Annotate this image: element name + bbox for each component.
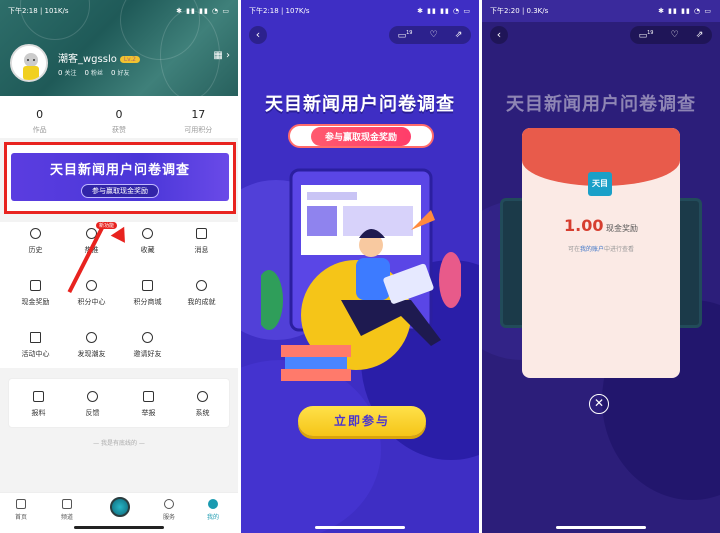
tab-mine[interactable]: 我的: [198, 499, 228, 521]
medal-icon: [196, 280, 207, 291]
fans-stat[interactable]: 0 粉丝: [84, 68, 102, 77]
survey-banner[interactable]: 天目新闻用户问卷调查 参与赢取现金奖励: [11, 153, 229, 201]
status-bar: 下午2:18 | 107K/s ✱ ▮▮ ▮▮ ◔ ▭: [249, 7, 471, 15]
grid-item-cash-reward[interactable]: 现金奖励: [6, 280, 65, 307]
gesture-bar: [556, 526, 646, 529]
wallet-icon: [30, 280, 41, 291]
reward-amount: 1.00 现金奖励: [563, 216, 639, 235]
phone-screen-reward: 下午2:20 | 0.3K/s ✱ ▮▮ ▮▮ ◔ ▭ ‹ ▭19 ♡ ⇗ 天目新…: [482, 0, 720, 533]
feedback-icon: [87, 391, 98, 402]
app-logo: 天目: [588, 172, 612, 196]
feature-grid: 历史 新功能热推 收藏 消息 现金奖励 积分中心 积分商城 我的成就 活动中心 …: [0, 222, 238, 368]
tab-channel[interactable]: 频道: [52, 499, 82, 521]
grid-item-achievements[interactable]: 我的成就: [172, 280, 231, 307]
comment-icon[interactable]: ▭19: [398, 30, 413, 41]
report-icon: [33, 391, 44, 402]
points-icon: [86, 280, 97, 291]
alert-icon: [143, 391, 154, 402]
survey-title: 天目新闻用户问卷调查: [265, 94, 455, 115]
avatar[interactable]: [10, 44, 48, 82]
clock-icon: [30, 228, 41, 239]
stat-points[interactable]: 17 可用积分: [159, 96, 238, 138]
status-bar: 下午2:18 | 101K/s ✱ ▮▮ ▮▮ ◔ ▭: [8, 7, 230, 15]
survey-illustration: [261, 168, 461, 381]
gesture-bar: [74, 526, 164, 529]
home-icon: [16, 499, 26, 509]
my-account-link[interactable]: 我的账户: [580, 246, 604, 253]
flag-icon: [30, 332, 41, 343]
toolbar: ▭19 ♡ ⇗: [389, 26, 471, 44]
center-logo-button[interactable]: [110, 497, 130, 517]
status-bar: 下午2:20 | 0.3K/s ✱ ▮▮ ▮▮ ◔ ▭: [490, 7, 712, 15]
highlight-box: 天目新闻用户问卷调查 参与赢取现金奖励: [4, 142, 236, 214]
account-hint: 可在我的账户中进行查看: [567, 246, 635, 253]
grid-item-discover-friends[interactable]: 发现潮友: [62, 332, 121, 359]
like-icon[interactable]: ♡: [671, 30, 679, 40]
level-badge: Lv.2: [119, 55, 140, 63]
back-button[interactable]: ‹: [490, 26, 508, 44]
grid-item-report[interactable]: 举报: [119, 391, 178, 418]
join-now-button[interactable]: 立即参与: [298, 406, 426, 436]
phone-screen-profile: 下午2:18 | 101K/s ✱ ▮▮ ▮▮ ◔ ▭ 潮客_wgsslo Lv.2…: [0, 0, 238, 533]
back-button[interactable]: ‹: [249, 26, 267, 44]
content-stats: 0 作品 0 获赞 17 可用积分: [0, 96, 238, 138]
grid-item-messages[interactable]: 消息: [172, 228, 231, 255]
tab-service[interactable]: 服务: [154, 499, 184, 521]
stat-works[interactable]: 0 作品: [0, 96, 79, 138]
username[interactable]: 潮客_wgsslo Lv.2: [58, 50, 140, 65]
mail-icon: [196, 228, 207, 239]
service-card: 报料 反馈 举报 系统: [8, 378, 230, 428]
phone-screen-survey: 下午2:18 | 107K/s ✱ ▮▮ ▮▮ ◔ ▭ ‹ ▭19 ♡ ⇗ 天目新…: [241, 0, 479, 533]
close-icon[interactable]: ✕: [589, 394, 609, 414]
star-icon: [142, 228, 153, 239]
reward-pill: 参与赢取现金奖励: [288, 124, 434, 148]
shop-icon: [142, 280, 153, 291]
grid-item-activity-center[interactable]: 活动中心: [6, 332, 65, 359]
toolbar: ▭19 ♡ ⇗: [630, 26, 712, 44]
like-icon[interactable]: ♡: [430, 30, 438, 40]
gesture-bar: [315, 526, 405, 529]
follow-stat[interactable]: 0 关注: [58, 68, 76, 77]
tab-home[interactable]: 首页: [6, 499, 36, 521]
grid-item-invite-friends[interactable]: 邀请好友: [118, 332, 177, 359]
user-icon: [208, 499, 218, 509]
grid-item-points-mall[interactable]: 积分商城: [118, 280, 177, 307]
invite-icon: [142, 332, 153, 343]
channel-icon: [62, 499, 72, 509]
grid-item-history[interactable]: 历史: [6, 228, 65, 255]
friends-stat[interactable]: 0 好友: [111, 68, 129, 77]
comment-icon[interactable]: ▭19: [639, 30, 654, 41]
service-icon: [164, 499, 174, 509]
user-social-stats: 0 关注 0 粉丝 0 好友: [58, 68, 129, 77]
share-icon[interactable]: ⇗: [455, 30, 463, 40]
share-icon[interactable]: ⇗: [696, 30, 704, 40]
chat-icon: [86, 332, 97, 343]
grid-item-tipoff[interactable]: 报料: [9, 391, 68, 418]
grid-item-feedback[interactable]: 反馈: [63, 391, 122, 418]
grid-item-system[interactable]: 系统: [173, 391, 232, 418]
stat-likes[interactable]: 0 获赞: [79, 96, 158, 138]
red-envelope: 天目 1.00 现金奖励 可在我的账户中进行查看: [522, 128, 680, 378]
settings-icon: [197, 391, 208, 402]
end-of-list-text: — 我是有底线的 —: [93, 440, 145, 447]
qr-code-icon[interactable]: ▦ ›: [213, 50, 230, 61]
